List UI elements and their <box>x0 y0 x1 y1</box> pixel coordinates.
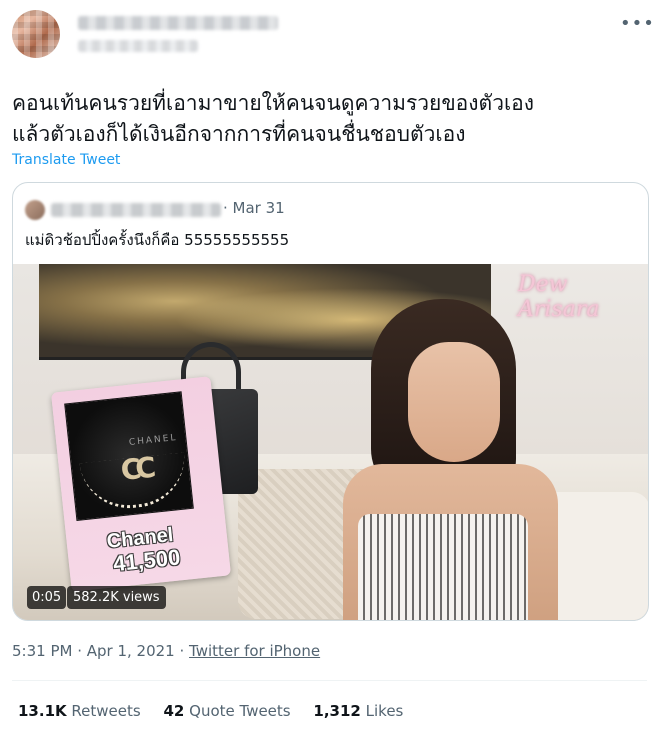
retweets-stat[interactable]: 13.1K Retweets <box>18 702 141 720</box>
video-duration-badge: 0:05 <box>27 586 67 609</box>
likes-label: Likes <box>365 702 404 720</box>
quoted-author-avatar <box>25 200 45 220</box>
video-player[interactable]: Dew Arisara CHANEL CC Chanel 41,500 0:05… <box>13 264 648 620</box>
author-handle-blurred[interactable] <box>78 40 198 52</box>
tweet-metadata: 5:31 PM · Apr 1, 2021 · Twitter for iPho… <box>12 642 320 660</box>
author-avatar[interactable] <box>12 10 60 58</box>
quoted-tweet-text: แม่ดิวช้อปปิ้งครั้งนึงก็คือ 55555555555 <box>25 231 290 249</box>
divider <box>12 680 647 681</box>
quoted-tweet-card[interactable]: · Mar 31 แม่ดิวช้อปปิ้งครั้งนึงก็คือ 555… <box>12 182 649 621</box>
quote-tweets-label: Quote Tweets <box>189 702 291 720</box>
likes-count: 1,312 <box>313 702 361 720</box>
tweet-text: คอนเท้นคนรวยที่เอามาขายให้คนจนดูความรวยข… <box>12 91 535 146</box>
video-scene-person-dress <box>358 514 528 620</box>
product-photo: CHANEL CC <box>64 391 194 521</box>
quote-tweets-count: 42 <box>163 702 185 720</box>
video-watermark: Dew Arisara <box>518 272 600 322</box>
tweet-timestamp[interactable]: 5:31 PM · Apr 1, 2021 · <box>12 642 189 660</box>
product-price: 41,500 <box>111 544 182 577</box>
quoted-tweet-date: · Mar 31 <box>223 199 285 217</box>
product-overlay-card: CHANEL CC Chanel 41,500 <box>50 376 232 592</box>
likes-stat[interactable]: 1,312 Likes <box>313 702 403 720</box>
quote-tweets-stat[interactable]: 42 Quote Tweets <box>163 702 290 720</box>
quoted-author-name-blurred <box>51 203 221 217</box>
video-views-badge: 582.2K views <box>67 586 166 609</box>
retweets-count: 13.1K <box>18 702 67 720</box>
more-options-icon[interactable]: ••• <box>620 14 654 34</box>
video-scene-person-face <box>408 342 500 462</box>
chanel-logo-icon: CC <box>119 451 152 487</box>
author-name-blurred[interactable] <box>78 16 278 30</box>
tweet-header: ••• <box>0 0 659 70</box>
tweet-client-link[interactable]: Twitter for iPhone <box>189 642 320 660</box>
retweets-label: Retweets <box>71 702 141 720</box>
tweet-stats: 13.1K Retweets 42 Quote Tweets 1,312 Lik… <box>18 702 421 720</box>
translate-tweet-link[interactable]: Translate Tweet <box>12 152 120 168</box>
product-brand-text: CHANEL <box>128 432 178 449</box>
